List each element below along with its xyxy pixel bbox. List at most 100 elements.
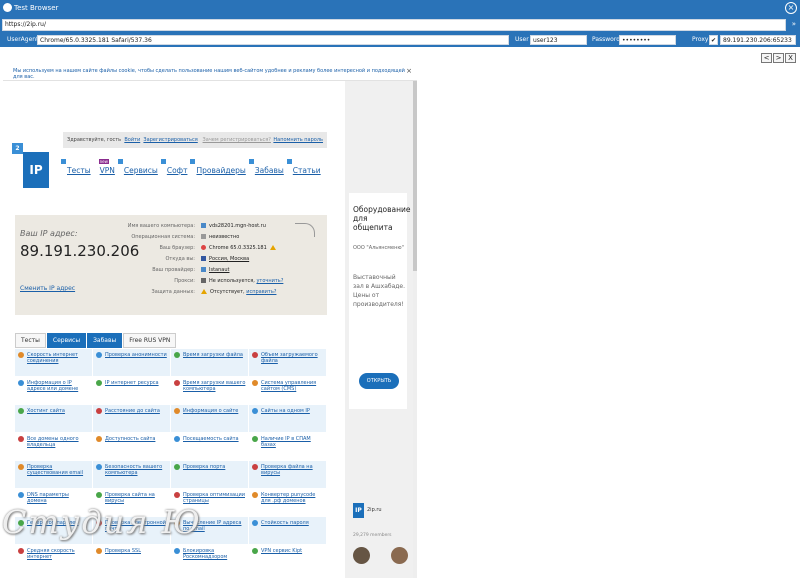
service-icon (96, 352, 102, 358)
why-register-link[interactable]: Зачем регистрироваться? (203, 137, 271, 143)
user-input[interactable]: user123 (530, 35, 587, 45)
menu-articles[interactable]: Статьи (286, 159, 321, 175)
service-link[interactable]: Конвертер punycode для .рф доменов (249, 489, 327, 516)
tab-fun[interactable]: Забавы (87, 333, 123, 348)
menu-vpn[interactable]: new VPN (98, 159, 115, 175)
service-link[interactable]: Доступность сайта (93, 433, 171, 460)
info-row: Откуда вы: Россия, Москва (165, 256, 250, 262)
proxy-icon (201, 278, 206, 283)
service-icon (174, 408, 180, 414)
service-link[interactable]: Сайты на одном IP (249, 405, 327, 432)
service-icon (18, 380, 24, 386)
service-link[interactable]: Проверка файла на вирусы (249, 461, 327, 488)
ad-headline[interactable]: Оборудование для общепита (353, 205, 411, 232)
menu-services[interactable]: Сервисы (117, 159, 158, 175)
chrome-icon (201, 245, 206, 250)
menu-providers[interactable]: Провайдеры (190, 159, 246, 175)
service-link[interactable]: Время загрузки вашего компьютера (171, 377, 249, 404)
service-link[interactable]: Все домены одного владельца (15, 433, 93, 460)
menu-tests[interactable]: Тесты (61, 159, 91, 175)
service-link[interactable]: Стойкость пароля (249, 517, 327, 544)
cookie-text[interactable]: Мы используем на нашем сайте файлы cooki… (13, 68, 405, 80)
settings-bar: UserAgent Chrome/65.0.3325.181 Safari/53… (0, 33, 800, 47)
service-icon (18, 352, 24, 358)
service-link[interactable]: VPN сервис Kipt (249, 545, 327, 572)
service-link[interactable]: Проверка анонимности (93, 349, 171, 376)
close-window-button[interactable]: × (785, 2, 797, 14)
service-icon (252, 548, 258, 554)
vk-logo[interactable]: IP (353, 503, 364, 518)
service-icon (174, 352, 180, 358)
advertisement: Оборудование для общепита ООО "Альянсмен… (349, 193, 411, 409)
service-icon (252, 408, 258, 414)
address-bar-row: https://2ip.ru/ » (0, 18, 800, 33)
go-button[interactable]: » (792, 20, 796, 28)
tab-tests[interactable]: Тесты (15, 333, 46, 348)
change-ip-link[interactable]: Сменить IP адрес (20, 285, 75, 292)
service-link[interactable]: Посещаемость сайта (171, 433, 249, 460)
avatar[interactable] (353, 547, 370, 564)
stop-button[interactable]: X (785, 53, 796, 63)
service-link[interactable]: Проверка существования email (15, 461, 93, 488)
service-link[interactable]: Безопасность вашего компьютера (93, 461, 171, 488)
service-icon (96, 408, 102, 414)
proxy-input[interactable]: 89.191.230.206:65233 (720, 35, 796, 45)
service-icon (18, 548, 24, 554)
os-icon (201, 234, 206, 239)
info-row: Имя вашего компьютера: vds28201.mgn-host.… (127, 223, 266, 229)
forward-button[interactable]: > (773, 53, 784, 63)
avatar[interactable] (391, 547, 408, 564)
login-bar: Здравствуйте, гость Войти Зарегистрирова… (63, 132, 327, 148)
flag-icon (201, 256, 206, 261)
service-icon (18, 408, 24, 414)
ad-open-button[interactable]: ОТКРЫТЬ (359, 373, 399, 389)
restore-password-link[interactable]: Напомнить пароль (273, 137, 323, 143)
provider-icon (201, 267, 206, 272)
service-link[interactable]: Блокировка Роскомнадзором (171, 545, 249, 572)
check-proxy-link[interactable]: уточнить? (256, 278, 283, 284)
tab-services[interactable]: Сервисы (46, 333, 87, 348)
back-button[interactable]: < (761, 53, 772, 63)
register-link[interactable]: Зарегистрироваться (143, 137, 197, 143)
login-link[interactable]: Войти (124, 137, 140, 143)
info-row: Защита данных: Отсутствует, исправить? (151, 289, 277, 295)
tab-vpn[interactable]: Free RUS VPN (123, 333, 177, 348)
cookie-close-icon[interactable]: × (406, 67, 412, 75)
service-link[interactable]: Время загрузки файла (171, 349, 249, 376)
services-row: Проверка существования email Безопасность… (15, 461, 327, 489)
vk-name[interactable]: 2ip.ru (367, 507, 382, 513)
service-link[interactable]: Информация о сайте (171, 405, 249, 432)
url-input[interactable]: https://2ip.ru/ (2, 19, 786, 31)
main-menu: Тесты new VPN Сервисы Софт Провайдеры Заб… (61, 159, 321, 175)
fix-link[interactable]: исправить? (246, 289, 276, 295)
service-link[interactable]: Средняя скорость интернет (15, 545, 93, 572)
service-link[interactable]: Объем загружаемого файла (249, 349, 327, 376)
service-icon (174, 380, 180, 386)
menu-fun[interactable]: Забавы (248, 159, 284, 175)
service-icon (252, 464, 258, 470)
service-link[interactable]: Информация о IP адресе или домене (15, 377, 93, 404)
password-input[interactable]: •••••••• (619, 35, 676, 45)
service-link[interactable]: Проверка SSL (93, 545, 171, 572)
service-icon (18, 464, 24, 470)
services-row: Скорость интернет соединения Проверка ано… (15, 349, 327, 377)
menu-soft[interactable]: Софт (160, 159, 187, 175)
service-link[interactable]: Скорость интернет соединения (15, 349, 93, 376)
proxy-label: Proxy (692, 36, 709, 43)
service-link[interactable]: Хостинг сайта (15, 405, 93, 432)
browser-viewport: Мы используем на нашем сайте файлы cooki… (3, 63, 417, 578)
useragent-input[interactable]: Chrome/65.0.3325.181 Safari/537.36 (37, 35, 509, 45)
service-link[interactable]: Расстояние до сайта (93, 405, 171, 432)
service-link[interactable]: Проверка порта (171, 461, 249, 488)
menu-icon (286, 159, 292, 164)
proxy-checkbox[interactable]: ✔ (709, 35, 718, 45)
service-icon (96, 492, 102, 498)
warning-icon (201, 289, 207, 294)
service-link[interactable]: Система управления сайтом (CMS) (249, 377, 327, 404)
service-link[interactable]: Наличие IP в СПАМ базах (249, 433, 327, 460)
service-link[interactable]: IP интернет ресурса (93, 377, 171, 404)
site-logo[interactable]: 2 IP (12, 143, 49, 188)
service-icon (174, 548, 180, 554)
useragent-label: UserAgent (7, 36, 39, 43)
menu-icon (190, 159, 196, 164)
